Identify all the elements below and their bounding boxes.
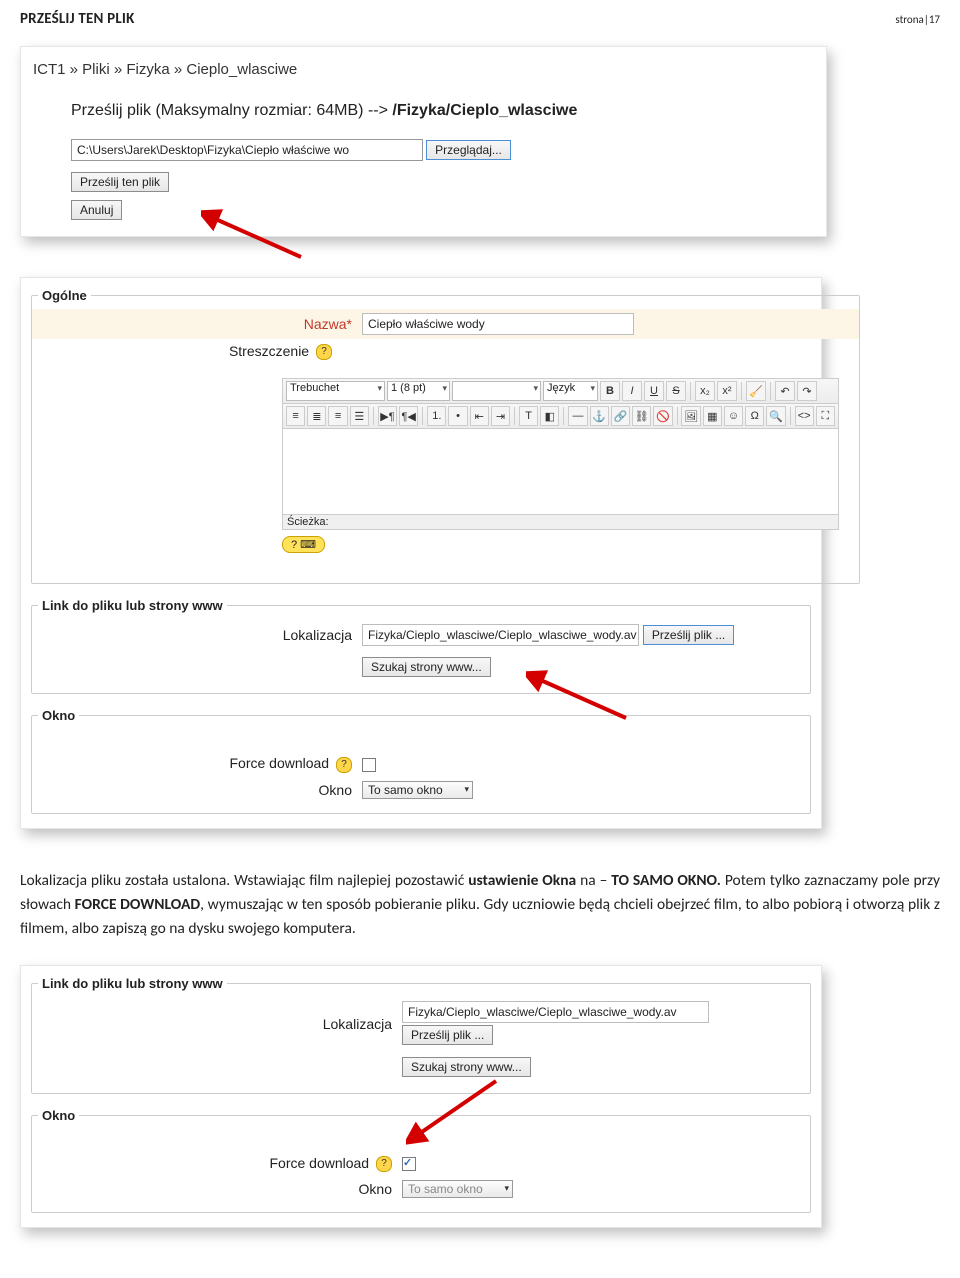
- body-text-2: na –: [576, 871, 611, 890]
- align-justify-icon[interactable]: ☰: [350, 406, 369, 426]
- force-download-checkbox[interactable]: [402, 1157, 416, 1171]
- editor-toolbar-row2: ≡ ≣ ≡ ☰ ▶¶ ¶◀ 1. • ⇤ ⇥ T ◧ — ⚓ 🔗 ⛓: [283, 404, 838, 429]
- browse-button[interactable]: Przeglądaj...: [426, 140, 511, 160]
- unlink-icon[interactable]: ⛓: [632, 406, 651, 426]
- strike-icon[interactable]: S: [666, 381, 686, 401]
- window-label: Okno: [42, 1181, 402, 1197]
- table-icon[interactable]: ▦: [703, 406, 722, 426]
- ltr-icon[interactable]: ▶¶: [378, 406, 397, 426]
- bg-color-icon[interactable]: ◧: [540, 406, 559, 426]
- upload-prefix: Prześlij plik (Maksymalny rozmiar: 64MB)…: [71, 102, 392, 119]
- name-label: Nazwa*: [42, 316, 362, 332]
- fieldset-window: Okno Force download ? Okno To samo okno: [31, 708, 811, 813]
- style-select[interactable]: [452, 381, 541, 401]
- body-text-1: Lokalizacja pliku została ustalona. Wsta…: [20, 871, 468, 890]
- resource-form-panel-checked: Link do pliku lub strony www Lokalizacja…: [20, 965, 822, 1228]
- send-file-button[interactable]: Prześlij ten plik: [71, 172, 169, 192]
- rich-text-editor[interactable]: Trebuchet 1 (8 pt) Język B I U S x₂ x² 🧹…: [282, 378, 839, 530]
- nolink-icon[interactable]: 🚫: [653, 406, 672, 426]
- unordered-list-icon[interactable]: •: [448, 406, 467, 426]
- page-title: PRZEŚLIJ TEN PLIK: [20, 10, 135, 28]
- force-download-text: Force download: [269, 1155, 369, 1171]
- page-header: PRZEŚLIJ TEN PLIK strona|17: [20, 10, 940, 28]
- page-number: strona|17: [895, 13, 940, 26]
- html-icon[interactable]: <>: [795, 406, 814, 426]
- search-icon[interactable]: 🔍: [766, 406, 785, 426]
- keyboard-toggle[interactable]: ? ⌨: [282, 536, 325, 553]
- editor-toolbar-row1: Trebuchet 1 (8 pt) Język B I U S x₂ x² 🧹…: [283, 379, 838, 404]
- window-label: Okno: [42, 782, 362, 798]
- smiley-icon[interactable]: ☺: [724, 406, 743, 426]
- force-download-text: Force download: [229, 755, 329, 771]
- body-bold-2: TO SAMO OKNO.: [611, 871, 721, 890]
- summary-label: Streszczenie ?: [42, 343, 342, 360]
- upload-instruction: Prześlij plik (Maksymalny rozmiar: 64MB)…: [21, 88, 826, 134]
- file-path-input[interactable]: C:\Users\Jarek\Desktop\Fizyka\Ciepło wła…: [71, 139, 423, 161]
- summary-label-text: Streszczenie: [229, 343, 309, 359]
- help-icon[interactable]: ?: [316, 344, 332, 360]
- text-color-icon[interactable]: T: [519, 406, 538, 426]
- legend-link: Link do pliku lub strony www: [38, 976, 227, 991]
- breadcrumb[interactable]: ICT1 » Pliki » Fizyka » Cieplo_wlasciwe: [21, 47, 826, 88]
- anchor-icon[interactable]: ⚓: [590, 406, 609, 426]
- align-center-icon[interactable]: ≣: [307, 406, 326, 426]
- instruction-paragraph: Lokalizacja pliku została ustalona. Wsta…: [20, 869, 940, 941]
- body-bold-1: ustawienie Okna: [468, 871, 576, 890]
- align-right-icon[interactable]: ≡: [328, 406, 347, 426]
- superscript-icon[interactable]: x²: [717, 381, 737, 401]
- body-bold-3: FORCE DOWNLOAD: [75, 895, 201, 914]
- legend-general: Ogólne: [38, 288, 91, 303]
- window-select[interactable]: To samo okno: [402, 1180, 513, 1198]
- search-www-button[interactable]: Szukaj strony www...: [402, 1057, 531, 1077]
- legend-link: Link do pliku lub strony www: [38, 598, 227, 613]
- editor-textarea[interactable]: [283, 429, 838, 514]
- force-download-label: Force download ?: [42, 755, 362, 772]
- size-select[interactable]: 1 (8 pt): [387, 381, 450, 401]
- search-www-button[interactable]: Szukaj strony www...: [362, 657, 491, 677]
- image-icon[interactable]: 🖼: [681, 406, 700, 426]
- window-select[interactable]: To samo okno: [362, 781, 473, 799]
- fieldset-general: Ogólne Nazwa* Ciepło właściwe wody Stres…: [31, 288, 860, 584]
- underline-icon[interactable]: U: [644, 381, 664, 401]
- cancel-button[interactable]: Anuluj: [71, 200, 122, 220]
- fullscreen-icon[interactable]: ⛶: [816, 406, 835, 426]
- upload-panel: ICT1 » Pliki » Fizyka » Cieplo_wlasciwe …: [20, 46, 827, 237]
- hr-icon[interactable]: —: [568, 406, 587, 426]
- upload-file-button[interactable]: Prześlij plik ...: [402, 1025, 493, 1045]
- resource-form-panel: Ogólne Nazwa* Ciepło właściwe wody Stres…: [20, 277, 822, 829]
- italic-icon[interactable]: I: [622, 381, 642, 401]
- location-input[interactable]: Fizyka/Cieplo_wlasciwe/Cieplo_wlasciwe_w…: [402, 1001, 709, 1023]
- force-download-checkbox[interactable]: [362, 758, 376, 772]
- outdent-icon[interactable]: ⇤: [470, 406, 489, 426]
- force-download-label: Force download ?: [42, 1155, 402, 1172]
- help-icon[interactable]: ?: [376, 1156, 392, 1172]
- legend-window: Okno: [38, 1108, 79, 1123]
- upload-path: /Fizyka/Cieplo_wlasciwe: [392, 102, 577, 119]
- editor-path: Ścieżka:: [283, 514, 838, 529]
- special-char-icon[interactable]: Ω: [745, 406, 764, 426]
- indent-icon[interactable]: ⇥: [491, 406, 510, 426]
- undo-icon[interactable]: ↶: [775, 381, 795, 401]
- clean-icon[interactable]: 🧹: [746, 381, 766, 401]
- legend-window: Okno: [38, 708, 79, 723]
- fieldset-link: Link do pliku lub strony www Lokalizacja…: [31, 976, 811, 1094]
- location-input[interactable]: Fizyka/Cieplo_wlasciwe/Cieplo_wlasciwe_w…: [362, 624, 639, 646]
- help-icon[interactable]: ?: [336, 757, 352, 773]
- subscript-icon[interactable]: x₂: [695, 381, 715, 401]
- align-left-icon[interactable]: ≡: [286, 406, 305, 426]
- lang-select[interactable]: Język: [543, 381, 598, 401]
- fieldset-link: Link do pliku lub strony www Lokalizacja…: [31, 598, 811, 694]
- upload-file-button[interactable]: Prześlij plik ...: [643, 625, 734, 645]
- fieldset-window: Okno Force download ? Okno To samo okno: [31, 1108, 811, 1213]
- rtl-icon[interactable]: ¶◀: [399, 406, 418, 426]
- location-label: Lokalizacja: [42, 627, 362, 643]
- name-input[interactable]: Ciepło właściwe wody: [362, 313, 634, 335]
- link-icon[interactable]: 🔗: [611, 406, 630, 426]
- location-label: Lokalizacja: [42, 1016, 402, 1032]
- font-select[interactable]: Trebuchet: [286, 381, 385, 401]
- redo-icon[interactable]: ↷: [797, 381, 817, 401]
- bold-icon[interactable]: B: [600, 381, 620, 401]
- ordered-list-icon[interactable]: 1.: [427, 406, 446, 426]
